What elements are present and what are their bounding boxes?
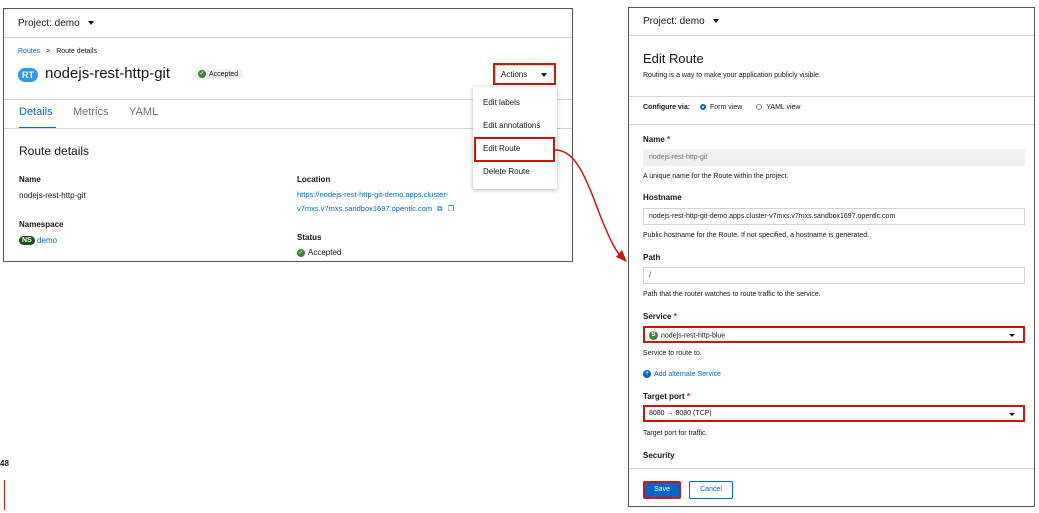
yaml-view-radio[interactable]: YAML view (756, 104, 800, 111)
target-port-value: 8080 → 8080 (TCP) (649, 410, 712, 417)
plus-circle-icon: + (643, 370, 651, 378)
name-label: Name * (643, 135, 671, 144)
divider (629, 96, 1034, 97)
divider (629, 468, 1034, 469)
service-icon: S (649, 331, 658, 340)
save-button[interactable]: Save (643, 481, 681, 499)
page-title: Edit Route (643, 51, 704, 66)
project-selector[interactable]: Project: demo (643, 16, 719, 27)
name-field: nodejs-rest-http-git (643, 149, 1025, 166)
target-port-label: Target port * (643, 392, 690, 401)
edit-route-panel: Project: demo Edit Route Routing is a wa… (628, 7, 1035, 507)
configure-via-label: Configure via: (643, 104, 691, 111)
radio-unselected-icon (756, 104, 763, 111)
cancel-button[interactable]: Cancel (689, 481, 733, 499)
hostname-label: Hostname (643, 193, 682, 202)
path-field[interactable]: / (643, 267, 1025, 284)
service-value: nodejs-rest-http-blue (661, 332, 726, 340)
service-label: Service * (643, 312, 677, 321)
margin-mark (4, 480, 5, 510)
name-help: A unique name for the Route within the p… (643, 173, 789, 180)
hostname-field[interactable]: nodejs-rest-http-git-demo.apps.cluster-v… (643, 208, 1025, 225)
form-view-radio[interactable]: Form view (700, 104, 742, 111)
radio-selected-icon (700, 104, 707, 111)
caret-down-icon (712, 19, 719, 24)
configure-via-group: Configure via: Form view YAML view (643, 104, 800, 111)
divider (629, 35, 1034, 36)
security-label: Security (643, 451, 675, 460)
caret-down-icon (1009, 334, 1015, 337)
project-label: Project: demo (643, 16, 705, 27)
target-port-help: Target port for traffic. (643, 430, 708, 437)
service-select[interactable]: Snodejs-rest-http-blue (643, 326, 1025, 343)
add-alternate-service-button[interactable]: + Add alternate Service (643, 370, 721, 378)
target-port-select[interactable]: 8080 → 8080 (TCP) (643, 405, 1025, 422)
divider (629, 124, 1034, 125)
service-help: Service to route to. (643, 350, 702, 357)
hostname-help: Public hostname for the Route. If not sp… (643, 232, 870, 239)
caret-down-icon (1009, 413, 1015, 416)
path-help: Path that the router watches to route tr… (643, 291, 821, 298)
page-number: 48 (0, 459, 9, 468)
page-subtitle: Routing is a way to make your applicatio… (643, 72, 821, 79)
path-label: Path (643, 253, 661, 262)
